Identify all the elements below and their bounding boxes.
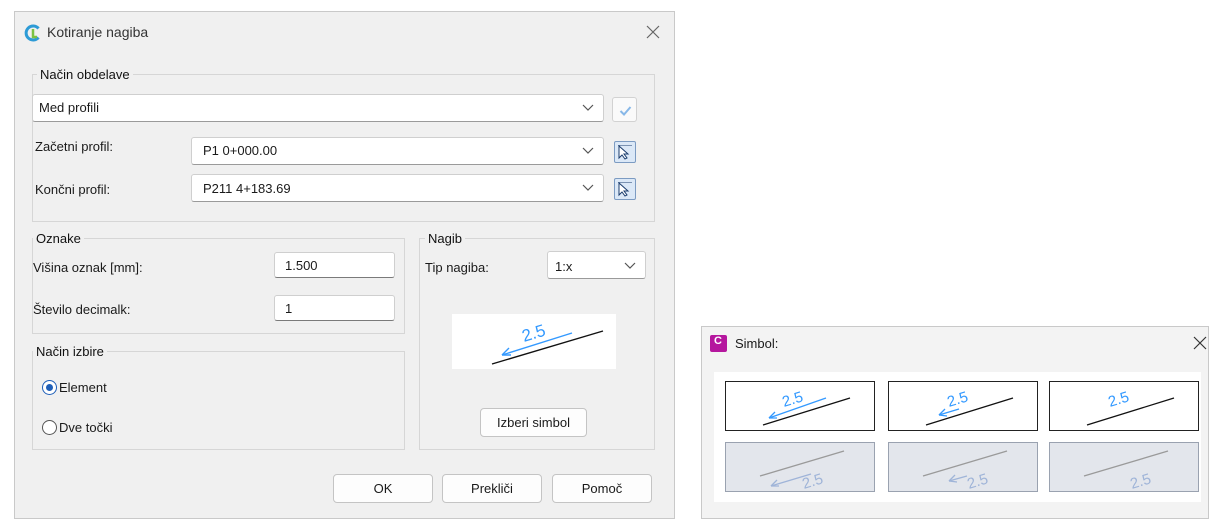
radio-element[interactable] [42, 380, 57, 395]
symbol-tile-5[interactable]: 2.5 [888, 442, 1038, 492]
start-profile-select[interactable]: P1 0+000.00 [191, 137, 604, 165]
radio-two-points-label[interactable]: Dve točki [59, 420, 112, 435]
labels-legend: Oznake [33, 231, 84, 246]
slope-dimension-dialog: Kotiranje nagiba Način obdelave Med prof… [14, 11, 675, 519]
app-icon: C [710, 335, 727, 352]
processing-mode-select[interactable]: Med profili [32, 94, 604, 122]
slope-symbol-graphic: 2.5 [762, 388, 851, 426]
slope-type-label: Tip nagiba: [425, 260, 489, 275]
symbol-tile-4-value: 2.5 [800, 470, 825, 491]
symbol-tile-3[interactable]: 2.5 [1049, 381, 1199, 431]
close-icon[interactable] [646, 25, 660, 39]
radio-element-label[interactable]: Element [59, 380, 107, 395]
symbol-tile-6[interactable]: 2.5 [1049, 442, 1199, 492]
slope-legend: Nagib [425, 231, 465, 246]
symbol-tile-2-value: 2.5 [945, 388, 970, 410]
start-profile-label: Začetni profil: [35, 139, 114, 154]
end-profile-label: Končni profil: [35, 182, 111, 197]
decimals-value: 1 [285, 301, 293, 316]
ok-button[interactable]: OK [333, 474, 433, 503]
symbol-grid: 2.5 2.5 2.5 2.5 2.5 2.5 [714, 372, 1201, 502]
radio-two-points[interactable] [42, 420, 57, 435]
selection-mode-legend: Način izbire [33, 344, 107, 359]
decimals-input[interactable]: 1 [274, 295, 395, 321]
label-height-value: 1.500 [285, 258, 318, 273]
slope-type-value: 1:x [555, 259, 573, 274]
end-profile-value: P211 4+183.69 [203, 181, 291, 196]
help-button[interactable]: Pomoč [552, 474, 652, 503]
start-profile-value: P1 0+000.00 [203, 143, 278, 158]
confirm-mode-button[interactable] [612, 97, 637, 122]
chevron-down-icon [582, 184, 594, 191]
choose-symbol-button[interactable]: Izberi simbol [480, 408, 587, 437]
slope-symbol-graphic: 2.5 [1086, 388, 1175, 426]
symbol-tile-6-value: 2.5 [1128, 470, 1153, 491]
app-icon-glyph: C [714, 335, 722, 347]
chevron-down-icon [582, 147, 594, 154]
chevron-down-icon [582, 104, 594, 111]
slope-symbol-graphic: 2.5 [922, 450, 1008, 491]
slope-symbol-graphic: 2.5 [925, 388, 1014, 426]
processing-mode-value: Med profili [39, 100, 99, 115]
slope-type-select[interactable]: 1:x [547, 251, 646, 279]
slope-symbol-graphic: 2.5 [759, 450, 845, 491]
symbol-tile-5-value: 2.5 [965, 470, 990, 491]
chevron-down-icon [624, 262, 636, 269]
pick-end-profile-button[interactable] [614, 178, 636, 200]
slope-symbol-preview-graphic: 2.5 [491, 321, 604, 365]
pick-cursor-icon [618, 145, 632, 160]
dialog-title: Kotiranje nagiba [47, 24, 149, 40]
pick-start-profile-button[interactable] [614, 141, 636, 163]
symbol-tile-3-value: 2.5 [1106, 388, 1131, 410]
label-height-label: Višina oznak [mm]: [33, 260, 143, 275]
close-icon[interactable] [1193, 336, 1207, 350]
symbol-tile-1[interactable]: 2.5 [725, 381, 875, 431]
symbol-window: C Simbol: 2.5 2.5 2.5 2.5 2.5 2.5 [701, 326, 1209, 519]
decimals-label: Število decimalk: [33, 302, 131, 317]
processing-mode-legend: Način obdelave [37, 67, 133, 82]
end-profile-select[interactable]: P211 4+183.69 [191, 174, 604, 202]
pick-cursor-icon [618, 182, 632, 197]
symbol-tile-2[interactable]: 2.5 [888, 381, 1038, 431]
symbol-tile-4[interactable]: 2.5 [725, 442, 875, 492]
dialog-title-bar: Kotiranje nagiba [15, 12, 674, 52]
slope-symbol-graphic: 2.5 [1083, 450, 1169, 491]
symbol-preview: 2.5 [452, 314, 616, 369]
cancel-button[interactable]: Prekliči [442, 474, 542, 503]
symbol-window-title: Simbol: [735, 336, 779, 351]
checkmark-icon [619, 106, 632, 116]
symbol-tile-1-value: 2.5 [780, 388, 805, 410]
app-logo-icon [24, 24, 40, 42]
selection-mode-group [32, 351, 405, 450]
label-height-input[interactable]: 1.500 [274, 252, 395, 278]
